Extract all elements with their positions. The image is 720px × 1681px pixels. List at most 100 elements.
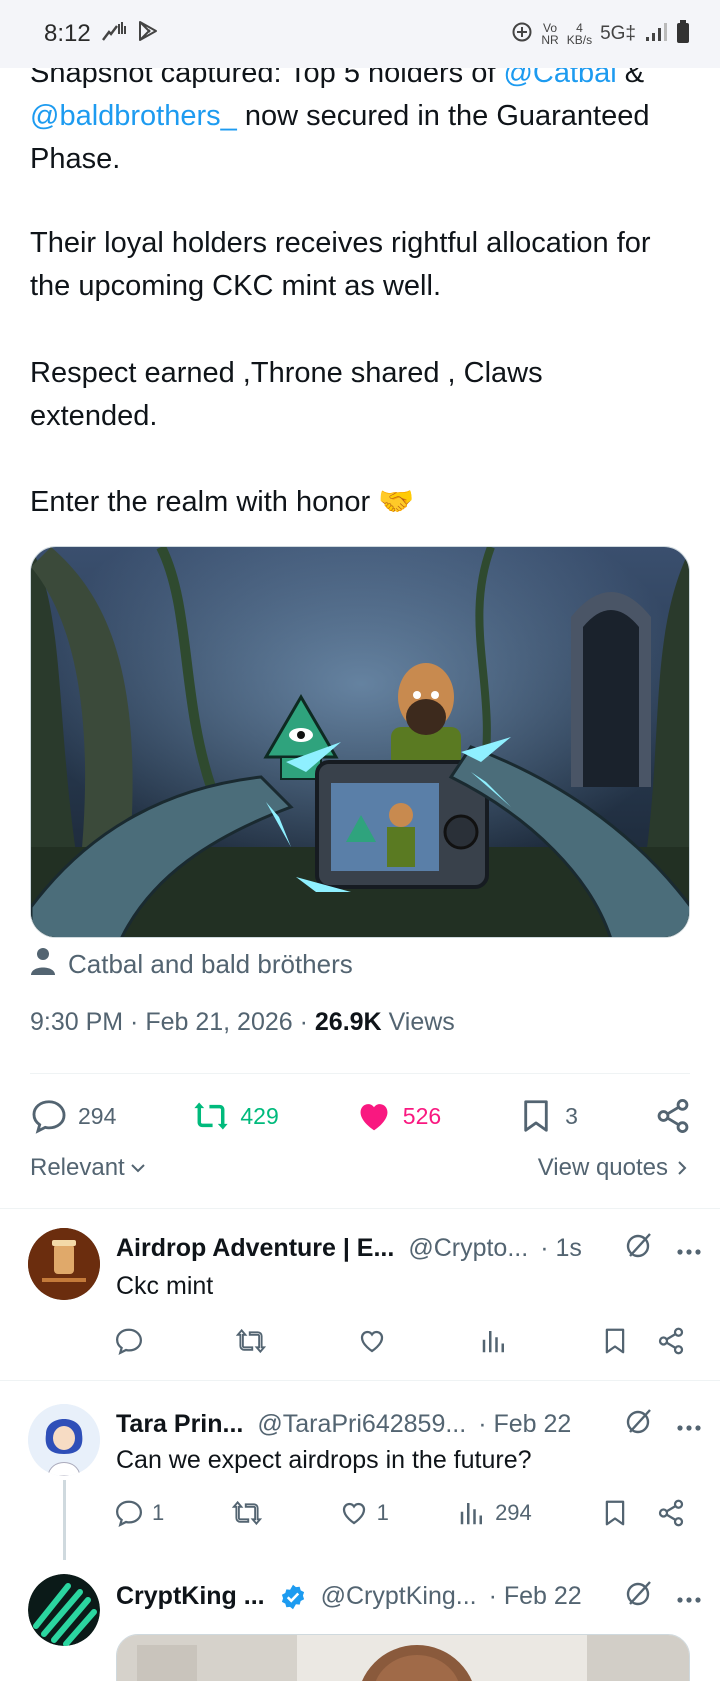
views-count: 294	[495, 1500, 532, 1525]
reply-item[interactable]: Tara Prin... @TaraPri642859... · Feb 22 …	[0, 1380, 720, 1560]
status-bar: 8:12 Vo NR 4 KB/s 5G‡	[0, 0, 720, 68]
views-count: 26.9K	[314, 1008, 382, 1036]
avatar[interactable]	[28, 1404, 100, 1476]
share-button[interactable]	[654, 1097, 692, 1135]
sort-dropdown[interactable]: Relevant	[30, 1154, 147, 1182]
bookmark-button[interactable]: 3	[517, 1097, 578, 1135]
reply-author-handle[interactable]: @TaraPri642859...	[257, 1410, 466, 1439]
like-icon	[360, 1330, 384, 1353]
tweet-time: 9:30 PM	[30, 1008, 124, 1036]
repost-button[interactable]	[235, 1326, 274, 1356]
tagged-users-label: Catbal and bald bröthers	[68, 948, 353, 979]
more-options-icon[interactable]	[676, 1410, 702, 1439]
reply-secondary-actions	[600, 1498, 690, 1528]
view-quotes-link[interactable]: View quotes	[538, 1154, 690, 1182]
repost-icon	[232, 1500, 263, 1526]
reply-author-handle[interactable]: @CryptKing...	[321, 1582, 477, 1611]
repost-button[interactable]: 429	[192, 1097, 279, 1135]
reply-count: 294	[78, 1102, 117, 1129]
bookmark-icon	[524, 1100, 548, 1132]
person-icon	[30, 947, 56, 982]
share-icon	[657, 1099, 689, 1133]
more-options-icon[interactable]	[676, 1582, 702, 1611]
bookmark-button[interactable]	[600, 1326, 634, 1356]
notification-icon	[101, 20, 127, 49]
mention-baldbrothers[interactable]: @baldbrothers_	[30, 100, 237, 132]
speed-badge: 4 KB/s	[567, 22, 592, 46]
grok-icon[interactable]	[624, 1578, 654, 1615]
reply-icon	[115, 1328, 143, 1356]
reply-author-name[interactable]: Tara Prin...	[116, 1410, 243, 1439]
sort-label: Relevant	[30, 1154, 125, 1181]
tweet-meta: 9:30 PM · Feb 21, 2026 · 26.9K Views	[30, 1008, 455, 1037]
reply-author-name[interactable]: Airdrop Adventure | E...	[116, 1234, 394, 1263]
views-label: Views	[388, 1008, 455, 1036]
reply-secondary-actions	[600, 1326, 690, 1356]
reply-header: CryptKing ... @CryptKing... · Feb 22	[116, 1578, 702, 1615]
tweet-line-3: Phase.	[30, 143, 121, 175]
reply-header: Airdrop Adventure | E... @Crypto... · 1s	[116, 1230, 702, 1267]
like-button[interactable]: 1	[339, 1498, 389, 1528]
grok-icon[interactable]	[624, 1230, 654, 1267]
reply-author-handle[interactable]: @Crypto...	[408, 1234, 528, 1263]
chevron-down-icon	[131, 1164, 145, 1173]
like-icon	[360, 1104, 388, 1131]
bookmark-icon	[605, 1500, 625, 1526]
chevron-right-icon	[678, 1161, 687, 1175]
share-button[interactable]	[656, 1326, 690, 1356]
like-button[interactable]: 526	[355, 1097, 441, 1135]
meta-separator: ·	[123, 1008, 146, 1036]
repost-button[interactable]	[232, 1498, 270, 1528]
tweet-line-2: @baldbrothers_ now secured in the Guaran…	[30, 95, 700, 138]
reply-sort-row: Relevant View quotes	[30, 1154, 690, 1182]
reply-button[interactable]	[114, 1326, 152, 1356]
more-options-icon[interactable]	[676, 1234, 702, 1263]
grok-icon[interactable]	[624, 1406, 654, 1443]
play-store-icon	[137, 20, 159, 49]
like-button[interactable]	[357, 1326, 395, 1356]
avatar[interactable]	[28, 1228, 100, 1300]
reply-item[interactable]: CryptKing ... @CryptKing... · Feb 22	[0, 1560, 720, 1681]
reply-actions: 1 1 294	[114, 1498, 690, 1528]
repost-icon	[235, 1328, 266, 1354]
views-icon	[482, 1331, 504, 1353]
views-button[interactable]: 294	[457, 1498, 532, 1528]
verified-badge-icon	[279, 1583, 307, 1611]
thread-line	[63, 1480, 66, 1560]
network-bottom: NR	[541, 33, 559, 47]
reply-item[interactable]: Airdrop Adventure | E... @Crypto... · 1s…	[0, 1208, 720, 1380]
data-saver-icon	[511, 21, 533, 48]
reply-actions	[114, 1326, 690, 1356]
share-button[interactable]	[656, 1498, 690, 1528]
tweet-image[interactable]	[30, 546, 690, 938]
status-time: 8:12	[44, 20, 91, 47]
avatar[interactable]	[28, 1574, 100, 1646]
views-icon	[460, 1503, 483, 1525]
signal-icon	[644, 21, 668, 48]
tweet-image-illustration	[31, 547, 689, 937]
tagged-users[interactable]: Catbal and bald bröthers	[30, 944, 353, 984]
like-count: 526	[402, 1102, 442, 1129]
reply-icon	[32, 1100, 66, 1134]
reply-time[interactable]: · Feb 22	[478, 1410, 571, 1439]
tweet-date: Feb 21, 2026	[145, 1008, 293, 1036]
tweet-paragraph-2: Their loyal holders receives rightful al…	[30, 227, 651, 302]
reply-button[interactable]: 1	[114, 1498, 164, 1528]
reply-media-image	[117, 1635, 689, 1681]
bookmark-button[interactable]	[600, 1498, 634, 1528]
views-button[interactable]	[479, 1326, 517, 1356]
share-icon	[658, 1327, 684, 1355]
reply-media[interactable]	[116, 1634, 690, 1681]
tweet-text-span: now secured in the Guaranteed	[236, 100, 650, 132]
reply-icon	[115, 1500, 143, 1528]
tweet-paragraph-3: Respect earned ,Throne shared , Claws ex…	[30, 357, 543, 432]
meta-separator: ·	[292, 1008, 315, 1036]
reply-author-name[interactable]: CryptKing ...	[116, 1582, 265, 1611]
like-icon	[342, 1502, 365, 1525]
reply-time[interactable]: · Feb 22	[489, 1582, 582, 1611]
divider	[30, 1073, 690, 1074]
share-icon	[658, 1499, 684, 1527]
reply-header: Tara Prin... @TaraPri642859... · Feb 22	[116, 1406, 702, 1443]
reply-button[interactable]: 294	[30, 1097, 116, 1135]
reply-time[interactable]: · 1s	[540, 1234, 582, 1263]
